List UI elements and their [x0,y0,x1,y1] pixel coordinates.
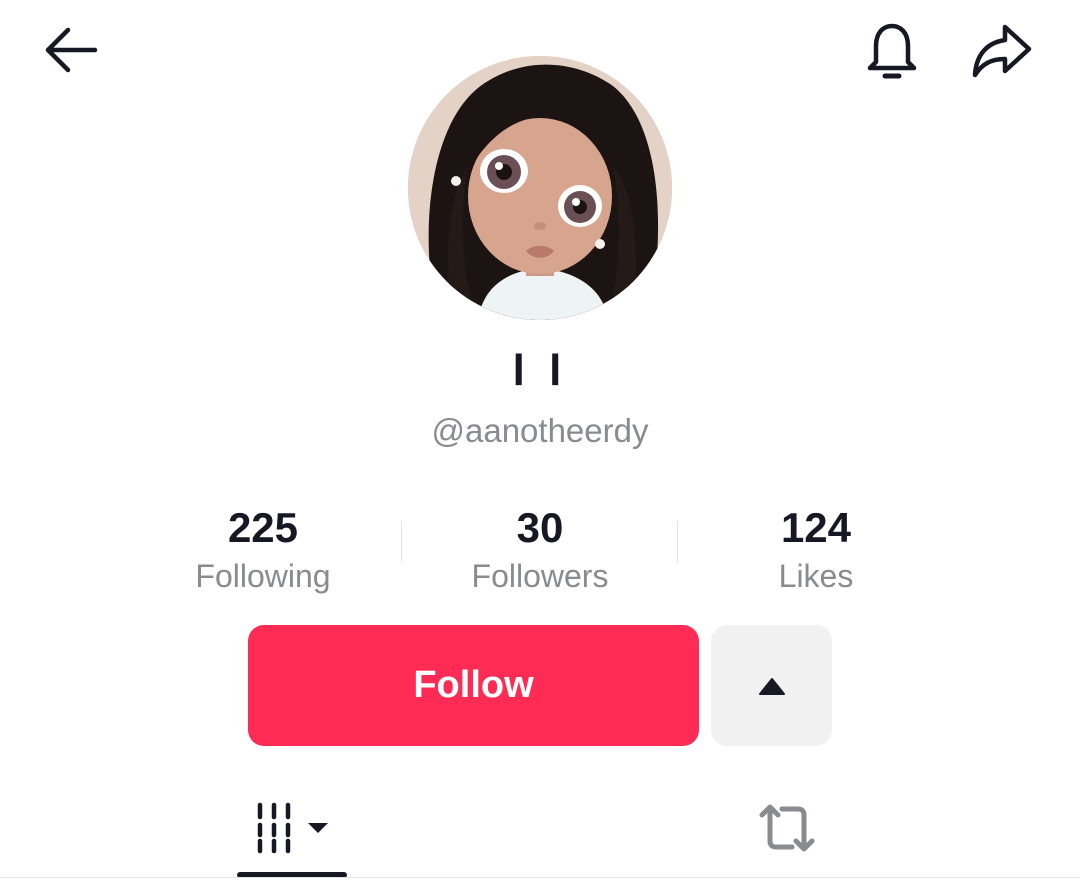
stat-divider [401,521,402,563]
avatar-doll-image [408,56,672,320]
stat-followers[interactable]: 30 Followers [420,500,660,600]
avatar[interactable] [408,56,672,320]
share-button[interactable] [962,16,1042,86]
stat-followers-label: Followers [471,558,609,594]
profile-nickname: l l [512,346,568,395]
profile-username: @aanotheerdy [431,412,649,449]
video-grid-icon [257,802,328,853]
repost-icon [759,804,815,851]
suggested-accounts-button[interactable] [711,625,832,746]
stat-followers-count: 30 [516,504,564,551]
tab-videos[interactable] [237,780,347,875]
back-button[interactable] [30,20,110,80]
stat-likes[interactable]: 124 Likes [696,500,936,600]
follow-button[interactable]: Follow [248,625,699,746]
arrow-left-icon [45,27,98,73]
stat-following-count: 225 [227,504,299,551]
notification-button[interactable] [852,16,932,86]
bell-icon [867,23,917,79]
tab-reposts[interactable] [732,780,842,875]
stat-divider [677,521,678,563]
caret-up-icon [758,677,785,695]
profile-page: l l @aanotheerdy 225 Following 30 Follow… [0,0,1080,895]
share-arrow-icon [972,24,1032,78]
stat-likes-label: Likes [778,558,854,594]
stat-following[interactable]: 225 Following [143,500,383,600]
tab-bar-divider [0,877,1080,878]
stat-following-label: Following [195,558,331,594]
stat-likes-count: 124 [780,504,852,551]
